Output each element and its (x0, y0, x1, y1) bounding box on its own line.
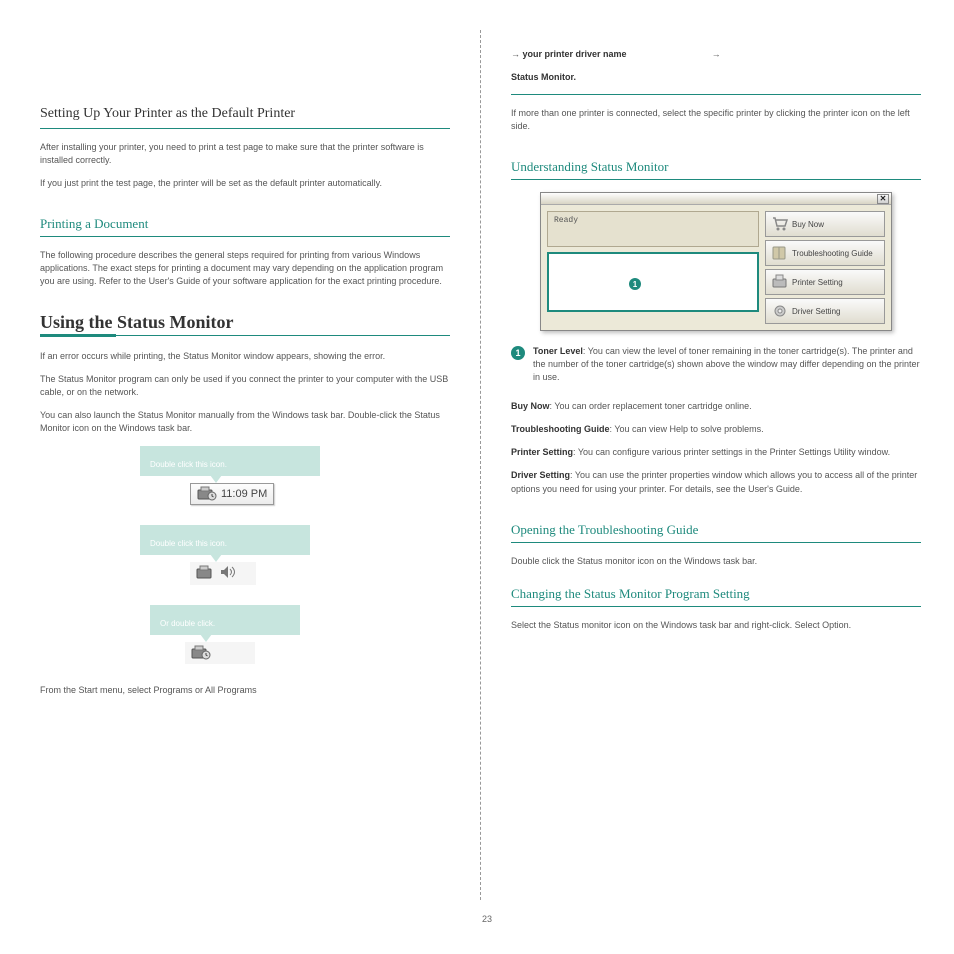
arrow-icon: → (712, 49, 721, 59)
item-body: : You can use the printer properties win… (511, 470, 917, 493)
cart-icon (770, 215, 790, 233)
taskbar-box-2 (190, 562, 256, 585)
print-desc: The following procedure describes the ge… (40, 249, 450, 288)
gear-icon (770, 302, 790, 320)
item-head: Printer Setting (511, 447, 573, 457)
dsetting-text: Driver Setting: You can use the printer … (511, 469, 921, 495)
setup-step: If you just print the test page, the pri… (40, 177, 450, 190)
status-note: The Status Monitor program can only be u… (40, 373, 450, 399)
divider-line (40, 236, 450, 237)
top-path-line: → your printer driver name → (511, 48, 921, 61)
setup-desc: After installing your printer, you need … (40, 141, 450, 167)
change-setting-text: Select the Status monitor icon on the Wi… (511, 619, 921, 632)
toner-level-callout: 1 (547, 252, 759, 312)
bullet-body: : You can view the level of toner remain… (533, 346, 920, 382)
callout-tail (210, 554, 222, 562)
divider-line (40, 128, 450, 129)
book-icon (770, 244, 790, 262)
button-label: Driver Setting (792, 307, 840, 316)
item-body: : You can configure various printer sett… (573, 447, 890, 457)
divider-line (511, 606, 921, 607)
status-desc-1: If an error occurs while printing, the S… (40, 350, 450, 363)
close-button[interactable]: ✕ (877, 194, 889, 204)
status-monitor-tray-icon[interactable] (191, 645, 211, 661)
volume-icon[interactable] (220, 565, 236, 582)
button-label: Printer Setting (792, 278, 843, 287)
callout-tail (210, 475, 222, 483)
callout-label-2: Double click this icon. (140, 525, 310, 555)
status-text-box: Ready (547, 211, 759, 247)
toner-level-text: Toner Level: You can view the level of t… (533, 345, 921, 384)
taskbar-clock-box[interactable]: 11:09 PM (190, 483, 274, 505)
button-label: Troubleshooting Guide (792, 249, 873, 258)
psetting-text: Printer Setting: You can configure vario… (511, 446, 921, 459)
column-divider (480, 30, 481, 900)
status-monitor-heading: Using the Status Monitor (40, 312, 450, 333)
item-head: Buy Now (511, 401, 550, 411)
page-number: 23 (482, 914, 492, 924)
status-monitor-window: ✕ Ready 1 Bu (540, 192, 892, 331)
callout-tail (200, 634, 212, 642)
open-troubleshoot-text: Double click the Status monitor icon on … (511, 555, 921, 568)
status-monitor-label: Status Monitor. (511, 72, 576, 82)
bullet-number: 1 (511, 346, 525, 360)
status-monitor-tray-icon[interactable] (197, 486, 217, 502)
buy-now-button[interactable]: Buy Now (765, 211, 885, 237)
driver-setting-button[interactable]: Driver Setting (765, 298, 885, 324)
thick-divider (40, 335, 450, 336)
bottom-path-text: From the Start menu, select Programs or … (40, 684, 450, 697)
window-titlebar: ✕ (541, 193, 891, 205)
button-label: Buy Now (792, 220, 824, 229)
print-heading: Printing a Document (40, 216, 450, 232)
divider-line (511, 179, 921, 180)
understand-desc-1: If more than one printer is connected, s… (511, 107, 921, 133)
status-desc-2: You can also launch the Status Monitor m… (40, 409, 450, 435)
item-head: Troubleshooting Guide (511, 424, 610, 434)
toner-level-bullet: 1 Toner Level: You can view the level of… (511, 345, 921, 394)
taskbar-time: 11:09 PM (221, 488, 267, 500)
printer-setting-button[interactable]: Printer Setting (765, 269, 885, 295)
printer-icon (770, 273, 790, 291)
divider-line (511, 94, 921, 95)
callout-label-1: Double click this icon. (140, 446, 320, 476)
taskbar-box-3 (185, 642, 255, 664)
status-monitor-tray-icon[interactable] (196, 565, 216, 581)
close-icon: ✕ (880, 194, 887, 203)
setup-heading: Setting Up Your Printer as the Default P… (40, 106, 450, 122)
callout-number-badge: 1 (629, 278, 641, 290)
bullet-heading: Toner Level (533, 346, 583, 356)
change-setting-heading: Changing the Status Monitor Program Sett… (511, 586, 921, 602)
item-body: : You can view Help to solve problems. (610, 424, 764, 434)
item-body: : You can order replacement toner cartri… (550, 401, 752, 411)
path-segment-1: your printer driver name (523, 49, 627, 59)
troubleshooting-button[interactable]: Troubleshooting Guide (765, 240, 885, 266)
divider-line (511, 542, 921, 543)
open-troubleshoot-heading: Opening the Troubleshooting Guide (511, 522, 921, 538)
understand-heading: Understanding Status Monitor (511, 159, 921, 175)
callout-label-3: Or double click. (150, 605, 300, 635)
buynow-text: Buy Now: You can order replacement toner… (511, 400, 921, 413)
trouble-text: Troubleshooting Guide: You can view Help… (511, 423, 921, 436)
item-head: Driver Setting (511, 470, 570, 480)
path-segment-2: Status Monitor. (511, 71, 921, 84)
arrow-icon: → (511, 49, 520, 59)
